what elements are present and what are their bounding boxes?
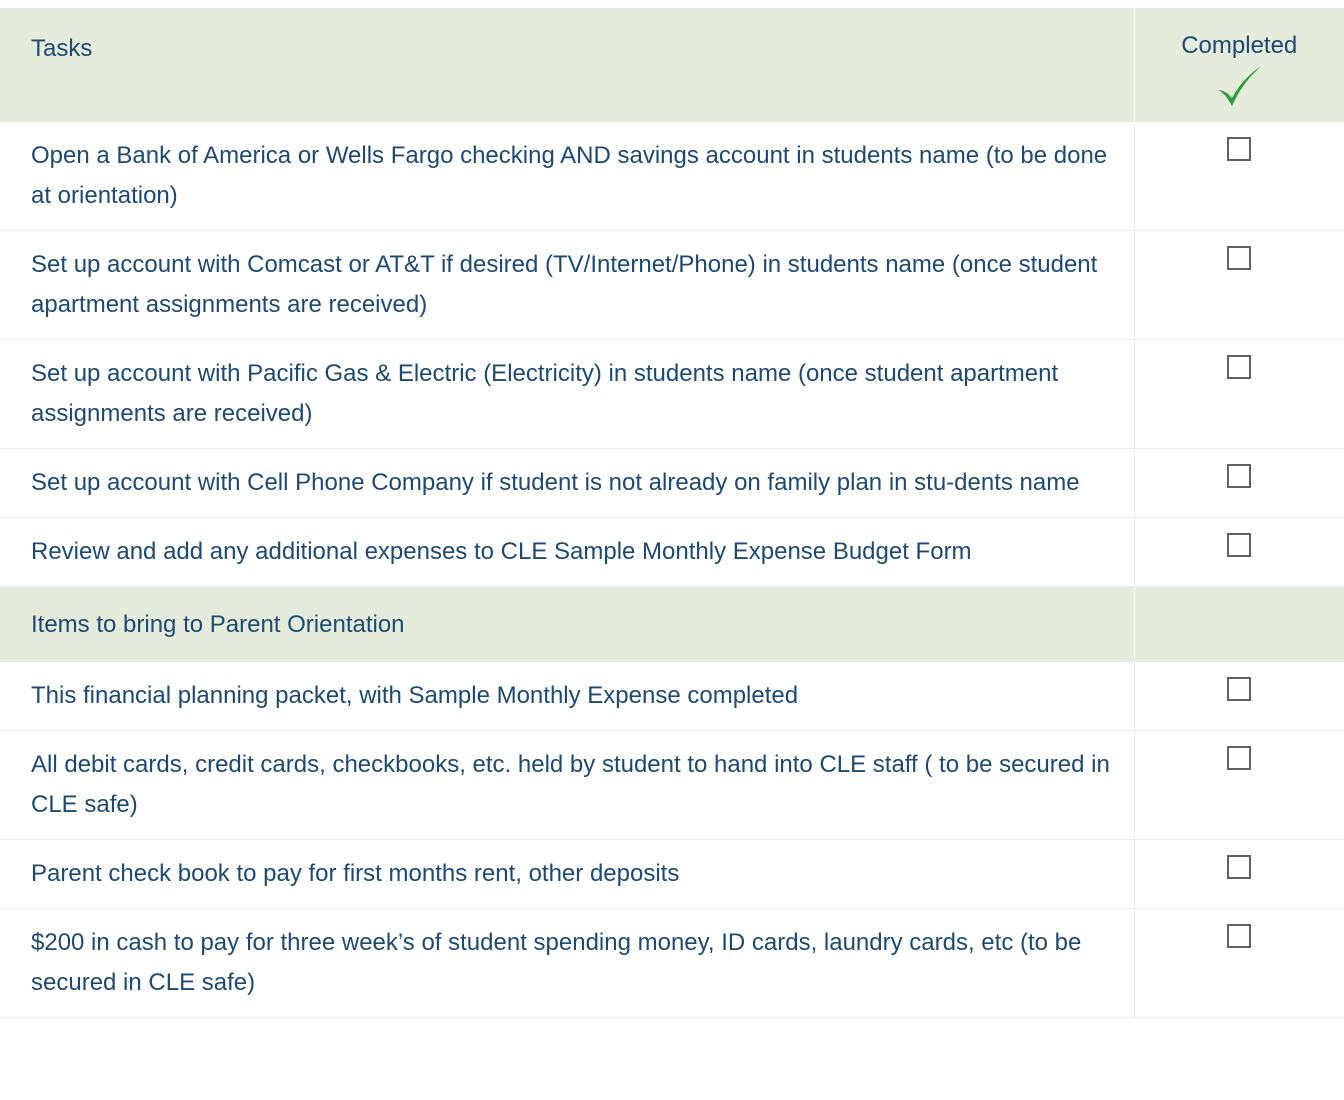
item-checkbox[interactable] (1227, 924, 1252, 948)
item-row: Parent check book to pay for first month… (0, 839, 1344, 909)
item-row: All debit cards, credit cards, checkbook… (0, 730, 1344, 840)
item-text: All debit cards, credit cards, checkbook… (0, 730, 1134, 840)
task-checklist-page: Tasks Completed Open a Bank of America o… (0, 0, 1344, 1018)
task-checkbox[interactable] (1227, 533, 1252, 557)
item-completed-cell (1133, 908, 1344, 1018)
task-checkbox[interactable] (1227, 137, 1252, 161)
completed-column-header: Completed (1133, 8, 1344, 122)
task-checklist-table: Tasks Completed Open a Bank of America o… (0, 8, 1344, 1018)
task-completed-cell (1133, 517, 1344, 587)
checkmark-icon (1218, 66, 1262, 106)
task-row: Set up account with Pacific Gas & Electr… (0, 339, 1344, 449)
item-text: Parent check book to pay for first month… (0, 839, 1134, 909)
item-text: $200 in cash to pay for three week’s of … (0, 908, 1134, 1018)
completed-column-label: Completed (1181, 32, 1298, 59)
section-header-row: Items to bring to Parent Orientation (0, 586, 1344, 662)
item-checkbox[interactable] (1227, 677, 1252, 701)
item-row: $200 in cash to pay for three week’s of … (0, 908, 1344, 1018)
task-row: Open a Bank of America or Wells Fargo ch… (0, 122, 1344, 231)
task-completed-cell (1133, 230, 1344, 340)
task-checkbox[interactable] (1227, 464, 1252, 488)
task-text: Review and add any additional expenses t… (0, 517, 1134, 587)
item-completed-cell (1133, 662, 1344, 731)
task-checkbox[interactable] (1227, 246, 1252, 270)
task-completed-cell (1133, 448, 1344, 518)
task-row: Set up account with Cell Phone Company i… (0, 448, 1344, 518)
task-text: Set up account with Cell Phone Company i… (0, 448, 1134, 518)
task-text: Set up account with Pacific Gas & Electr… (0, 339, 1134, 449)
task-text: Set up account with Comcast or AT&T if d… (0, 230, 1134, 340)
item-completed-cell (1133, 730, 1344, 840)
task-completed-cell (1133, 339, 1344, 449)
table-header-row: Tasks Completed (0, 8, 1344, 122)
tasks-column-header: Tasks (0, 8, 1134, 122)
item-row: This financial planning packet, with Sam… (0, 662, 1344, 731)
item-checkbox[interactable] (1227, 855, 1252, 879)
task-row: Review and add any additional expenses t… (0, 517, 1344, 587)
task-text: Open a Bank of America or Wells Fargo ch… (0, 122, 1134, 231)
task-completed-cell (1133, 122, 1344, 231)
task-row: Set up account with Comcast or AT&T if d… (0, 230, 1344, 340)
section-header-spacer (1133, 586, 1344, 662)
item-completed-cell (1133, 839, 1344, 909)
item-checkbox[interactable] (1227, 746, 1252, 770)
item-text: This financial planning packet, with Sam… (0, 662, 1134, 731)
section-title: Items to bring to Parent Orientation (0, 586, 1134, 662)
task-checkbox[interactable] (1227, 355, 1252, 379)
